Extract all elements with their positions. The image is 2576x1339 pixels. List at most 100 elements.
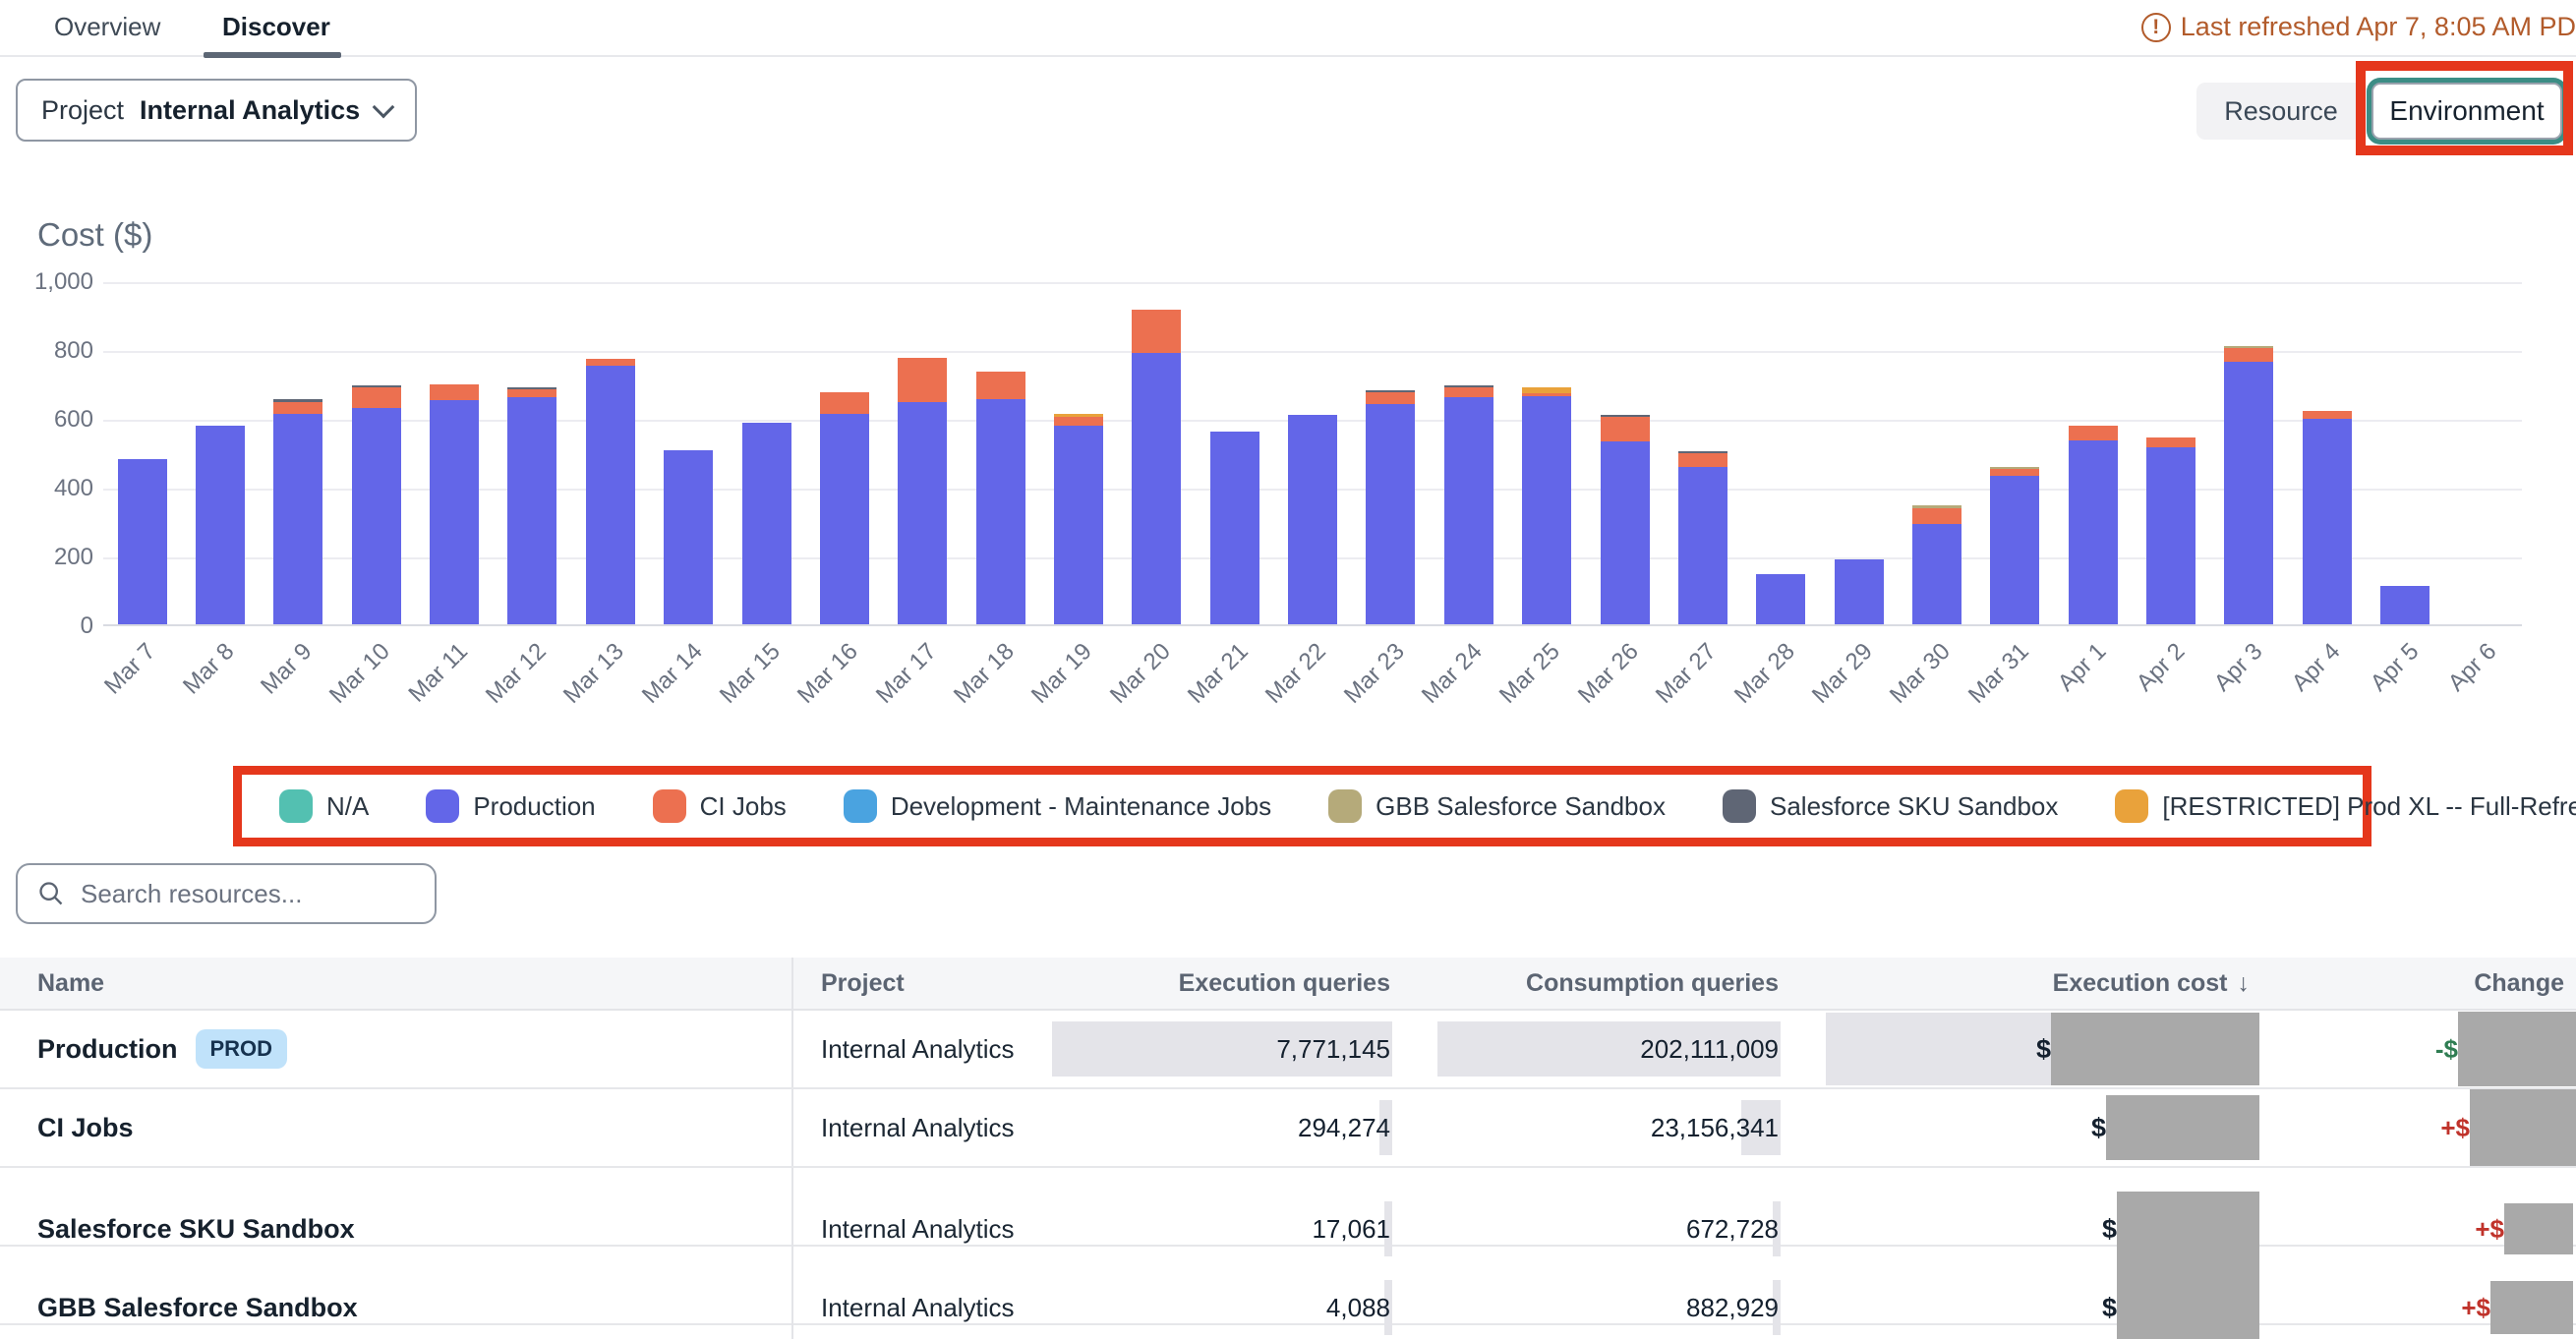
bar-segment [1444,397,1493,624]
stacked-bar[interactable] [1054,414,1103,624]
resource-name[interactable]: Production [37,1034,178,1065]
stacked-bar[interactable] [2146,437,2195,624]
stacked-bar[interactable] [1912,505,1961,624]
stacked-bar[interactable] [1601,415,1650,624]
bar-segment [742,423,791,624]
x-axis-tick-label: Mar 12 [481,638,553,710]
bar-segment [1990,476,2039,624]
bar-segment [2146,437,2195,447]
stacked-bar[interactable] [1835,559,1884,625]
legend-color-chip [426,789,459,823]
redacted-change-value [2490,1281,2573,1334]
bar-segment [1132,353,1181,624]
bar-segment [118,459,167,624]
prod-badge: PROD [196,1029,288,1069]
stacked-bar[interactable] [2224,346,2273,624]
y-axis-tick-label: 0 [3,612,93,640]
resource-name[interactable]: CI Jobs [37,1113,134,1143]
legend-label: [RESTRICTED] Prod XL -- Full-Refresh job… [2162,791,2576,822]
stacked-bar[interactable] [118,459,167,624]
stacked-bar[interactable] [430,384,479,624]
bar-segment [1366,404,1415,624]
search-input[interactable] [81,879,415,909]
legend-item[interactable]: CI Jobs [653,789,787,823]
stacked-bar[interactable] [664,450,713,624]
toggle-environment-button[interactable]: Environment [2371,83,2562,140]
tab-overview[interactable]: Overview [54,12,160,42]
query-count: 23,156,341 [1651,1113,1779,1143]
dollar-sign: $ [2036,1034,2051,1065]
stacked-bar[interactable] [586,359,635,624]
table-row[interactable]: ProductionPRODInternal Analytics7,771,14… [0,1011,2576,1089]
stacked-bar[interactable] [352,385,401,624]
stacked-bar[interactable] [2380,586,2430,624]
col-header-execution-queries[interactable]: Execution queries [1179,969,1392,998]
legend-item[interactable]: Production [426,789,595,823]
x-axis-tick-label: Mar 13 [558,638,630,710]
toggle-resource-button[interactable]: Resource [2196,83,2366,140]
bar-segment [1054,426,1103,624]
legend-item[interactable]: [RESTRICTED] Prod XL -- Full-Refresh job… [2115,789,2576,823]
col-header-name[interactable]: Name [0,969,791,998]
table-row[interactable]: CI JobsInternal Analytics294,27423,156,3… [0,1089,2576,1168]
legend-item[interactable]: GBB Salesforce Sandbox [1328,789,1666,823]
stacked-bar[interactable] [820,392,869,624]
legend-item[interactable]: Salesforce SKU Sandbox [1723,789,2058,823]
bar-segment [1366,392,1415,404]
legend-color-chip [2115,789,2148,823]
stacked-bar[interactable] [196,426,245,624]
stacked-bar[interactable] [1522,387,1571,624]
legend-item[interactable]: Development - Maintenance Jobs [844,789,1271,823]
bar-segment [820,392,869,414]
bar-segment [664,450,713,624]
x-axis-tick-label: Mar 17 [870,638,942,710]
bar-slot-apr-4: Apr 4 [2288,282,2366,624]
col-header-change[interactable]: Change [2474,969,2576,998]
resource-name[interactable]: GBB Salesforce Sandbox [37,1293,358,1323]
col-header-consumption-queries[interactable]: Consumption queries [1526,969,1781,998]
x-axis-tick-label: Apr 6 [2443,638,2502,697]
project-filter-dropdown[interactable]: Project Internal Analytics [16,79,417,142]
stacked-bar[interactable] [1210,432,1259,624]
col-header-execution-cost[interactable]: Execution cost↓ [2053,969,2259,998]
resource-search-box[interactable] [16,863,437,924]
col-header-project[interactable]: Project [791,958,1037,1009]
stacked-bar[interactable] [1444,385,1493,624]
stacked-bar[interactable] [1132,310,1181,624]
stacked-bar[interactable] [507,387,556,624]
stacked-bar[interactable] [1288,415,1337,625]
stacked-bar[interactable] [1366,390,1415,624]
stacked-bar[interactable] [898,358,947,624]
query-count: 202,111,009 [1640,1034,1779,1065]
legend-item[interactable]: N/A [279,789,369,823]
stacked-bar[interactable] [273,399,322,624]
alert-circle-icon: ! [2141,13,2171,42]
bar-segment [1444,387,1493,397]
stacked-bar[interactable] [976,372,1025,624]
bar-segment [820,414,869,624]
bar-segment [507,397,556,624]
redacted-cost-value [2117,1223,2259,1339]
legend-color-chip [1328,789,1362,823]
bar-slot-apr-3: Apr 3 [2210,282,2288,624]
stacked-bar[interactable] [742,423,791,624]
chart-legend: N/A Production CI Jobs Development - Mainte… [233,766,2371,846]
bar-segment [2224,348,2273,362]
table-header-row: Name Project Execution queries Consumpti… [0,958,2576,1011]
stacked-bar[interactable] [1678,451,1727,624]
bar-slot-mar-9: Mar 9 [260,282,337,624]
change-sign: +$ [2440,1113,2470,1143]
bar-slot-mar-19: Mar 19 [1039,282,1117,624]
stacked-bar[interactable] [1756,574,1805,624]
resource-name[interactable]: Salesforce SKU Sandbox [37,1214,355,1245]
bar-segment [1132,310,1181,353]
table-row[interactable]: GBB Salesforce SandboxInternal Analytics… [0,1247,2576,1325]
bar-segment [352,387,401,407]
stacked-bar[interactable] [2069,426,2118,624]
bar-slot-mar-15: Mar 15 [728,282,805,624]
tab-discover[interactable]: Discover [222,12,330,42]
x-axis-tick-label: Mar 23 [1339,638,1411,710]
stacked-bar[interactable] [1990,467,2039,624]
bar-segment [976,399,1025,624]
stacked-bar[interactable] [2303,411,2352,624]
